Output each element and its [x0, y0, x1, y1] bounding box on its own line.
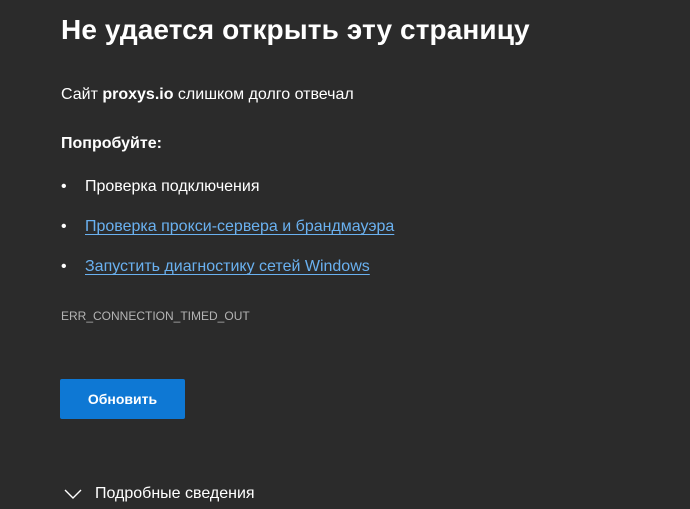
reload-button[interactable]: Обновить — [60, 379, 185, 419]
details-toggle[interactable]: Подробные сведения — [64, 482, 255, 506]
error-page: Не удается открыть эту страницу Сайт pro… — [0, 0, 690, 509]
site-name: proxys.io — [102, 86, 174, 103]
bullet-icon: • — [61, 258, 67, 275]
description-prefix: Сайт — [61, 86, 103, 103]
page-title: Не удается открыть эту страницу — [61, 14, 530, 45]
windows-network-diagnostics-link[interactable]: Запустить диагностику сетей Windows — [85, 258, 370, 276]
bullet-icon: • — [61, 218, 67, 235]
check-proxy-firewall-link[interactable]: Проверка прокси-сервера и брандмауэра — [85, 218, 394, 236]
try-heading: Попробуйте: — [61, 135, 162, 152]
error-code: ERR_CONNECTION_TIMED_OUT — [61, 309, 250, 323]
error-description: Сайт proxys.io слишком долго отвечал — [61, 86, 354, 104]
details-label: Подробные сведения — [95, 485, 255, 502]
bullet-icon: • — [61, 178, 67, 195]
chevron-down-icon — [64, 489, 82, 499]
description-suffix: слишком долго отвечал — [173, 86, 354, 103]
suggestion-label: Проверка подключения — [85, 178, 260, 195]
